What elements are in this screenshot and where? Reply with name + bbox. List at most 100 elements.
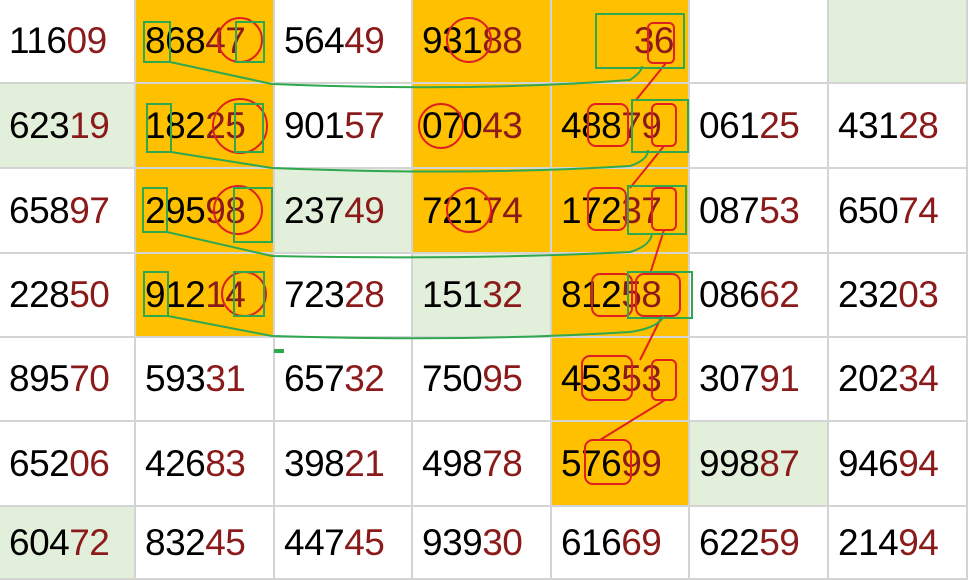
grid-cell [829,0,968,84]
cell-suffix-digits: 78 [482,442,523,484]
cell-prefix-digits: 931 [422,20,483,61]
cell-suffix-digits: 30 [482,521,523,563]
cell-suffix-digits: 34 [898,358,939,399]
grid-cell: 931 88 [413,0,552,84]
cell-suffix-digits: 25 [205,104,246,146]
cell-suffix-digits: 99 [621,442,662,484]
cell-suffix-digits: 43 [482,104,523,146]
grid-cell: 232 03 [829,254,968,338]
grid-cell: 172 37 [552,169,690,254]
cell-suffix-digits: 72 [69,521,110,563]
grid-cell: 812 58 [552,254,690,338]
cell-suffix-digits: 25 [759,104,800,146]
cell-suffix-digits: 36 [633,20,675,61]
cell-prefix-digits: 576 [561,442,622,484]
cell-suffix-digits: 49 [344,20,385,61]
cell-prefix-digits: 895 [9,358,70,399]
grid-cell: 151 32 [413,254,552,338]
grid-cell: 061 25 [690,84,829,169]
grid-cell: 657 32 [275,338,413,422]
cell-prefix-digits: 447 [284,521,345,563]
cell-prefix-digits: 564 [284,20,345,61]
cell-prefix-digits: 622 [699,521,760,563]
grid-cell: 498 78 [413,422,552,507]
cell-prefix-digits: 652 [9,442,70,484]
cell-prefix-digits: 593 [145,358,206,399]
cell-prefix-digits: 998 [699,442,760,484]
cell-suffix-digits: 28 [344,274,385,315]
grid-cell: 750 95 [413,338,552,422]
cell-prefix-digits: 616 [561,521,622,563]
cell-prefix-digits: 151 [422,274,483,315]
cell-suffix-digits: 47 [205,20,246,61]
cell-suffix-digits: 70 [69,358,110,399]
cell-prefix-digits: 832 [145,521,206,563]
grid-cell: 832 45 [136,507,275,580]
cell-suffix-digits: 69 [621,521,662,563]
cell-prefix-digits: 498 [422,442,483,484]
grid-cell: 593 31 [136,338,275,422]
cell-suffix-digits: 97 [69,189,110,231]
cell-prefix-digits: 750 [422,358,483,399]
cell-suffix-digits: 87 [759,442,800,484]
cell-suffix-digits: 32 [482,274,523,315]
cell-suffix-digits: 37 [621,189,662,231]
cell-suffix-digits: 03 [898,274,939,315]
grid-cell: 652 06 [0,422,136,507]
cell-prefix-digits: 061 [699,104,760,146]
grid-cell: 426 83 [136,422,275,507]
cell-suffix-digits: 32 [344,358,385,399]
grid-cell: 895 70 [0,338,136,422]
grid-cell: 431 28 [829,84,968,169]
cell-suffix-digits: 94 [898,442,939,484]
cell-suffix-digits: 45 [205,521,246,563]
cell-prefix-digits: 426 [145,442,206,484]
cell-prefix-digits: 939 [422,521,483,563]
cell-prefix-digits: 453 [561,358,622,399]
cell-suffix-digits: 62 [759,274,800,315]
cell-suffix-digits: 79 [621,104,662,146]
grid-cell [690,0,829,84]
grid-cell: 721 74 [413,169,552,254]
cell-prefix-digits: 070 [422,104,483,146]
grid-cell: 650 74 [829,169,968,254]
grid-cell: 237 49 [275,169,413,254]
cell-suffix-digits: 74 [482,189,523,231]
grid-cell: 447 45 [275,507,413,580]
cell-prefix-digits: 232 [838,274,899,315]
cell-suffix-digits: 58 [621,274,662,315]
cell-prefix-digits: 868 [145,20,206,61]
grid-cell: 228 50 [0,254,136,338]
grid-cell: 070 43 [413,84,552,169]
cell-suffix-digits: 91 [759,358,800,399]
cell-prefix-digits: 901 [284,104,345,146]
cell-prefix-digits: 214 [838,521,899,563]
cell-prefix-digits: 398 [284,442,345,484]
cell-suffix-digits: 50 [69,274,110,315]
cell-prefix-digits: 812 [561,274,622,315]
number-grid: 116 09 868 47 564 49 931 88 36 623 19 182 25 9… [0,0,968,580]
cell-suffix-digits: 49 [344,189,385,231]
grid-cell: 36 [552,0,690,84]
cell-prefix-digits: 946 [838,442,899,484]
grid-cell: 616 69 [552,507,690,580]
grid-cell: 182 25 [136,84,275,169]
cell-suffix-digits: 21 [344,442,385,484]
grid-cell: 398 21 [275,422,413,507]
cell-suffix-digits: 31 [205,358,246,399]
cell-suffix-digits: 94 [898,521,939,563]
grid-cell: 116 09 [0,0,136,84]
grid-cell: 214 94 [829,507,968,580]
cell-suffix-digits: 09 [66,20,108,61]
grid-cell: 868 47 [136,0,275,84]
grid-cell: 912 14 [136,254,275,338]
cell-prefix-digits: 723 [284,274,345,315]
grid-cell: 998 87 [690,422,829,507]
grid-cell: 087 53 [690,169,829,254]
cell-prefix-digits: 087 [699,189,760,231]
grid-cell: 488 79 [552,84,690,169]
cell-prefix-digits: 228 [9,274,70,315]
cell-prefix-digits: 307 [699,358,760,399]
grid-cell: 658 97 [0,169,136,254]
grid-cell: 453 53 [552,338,690,422]
